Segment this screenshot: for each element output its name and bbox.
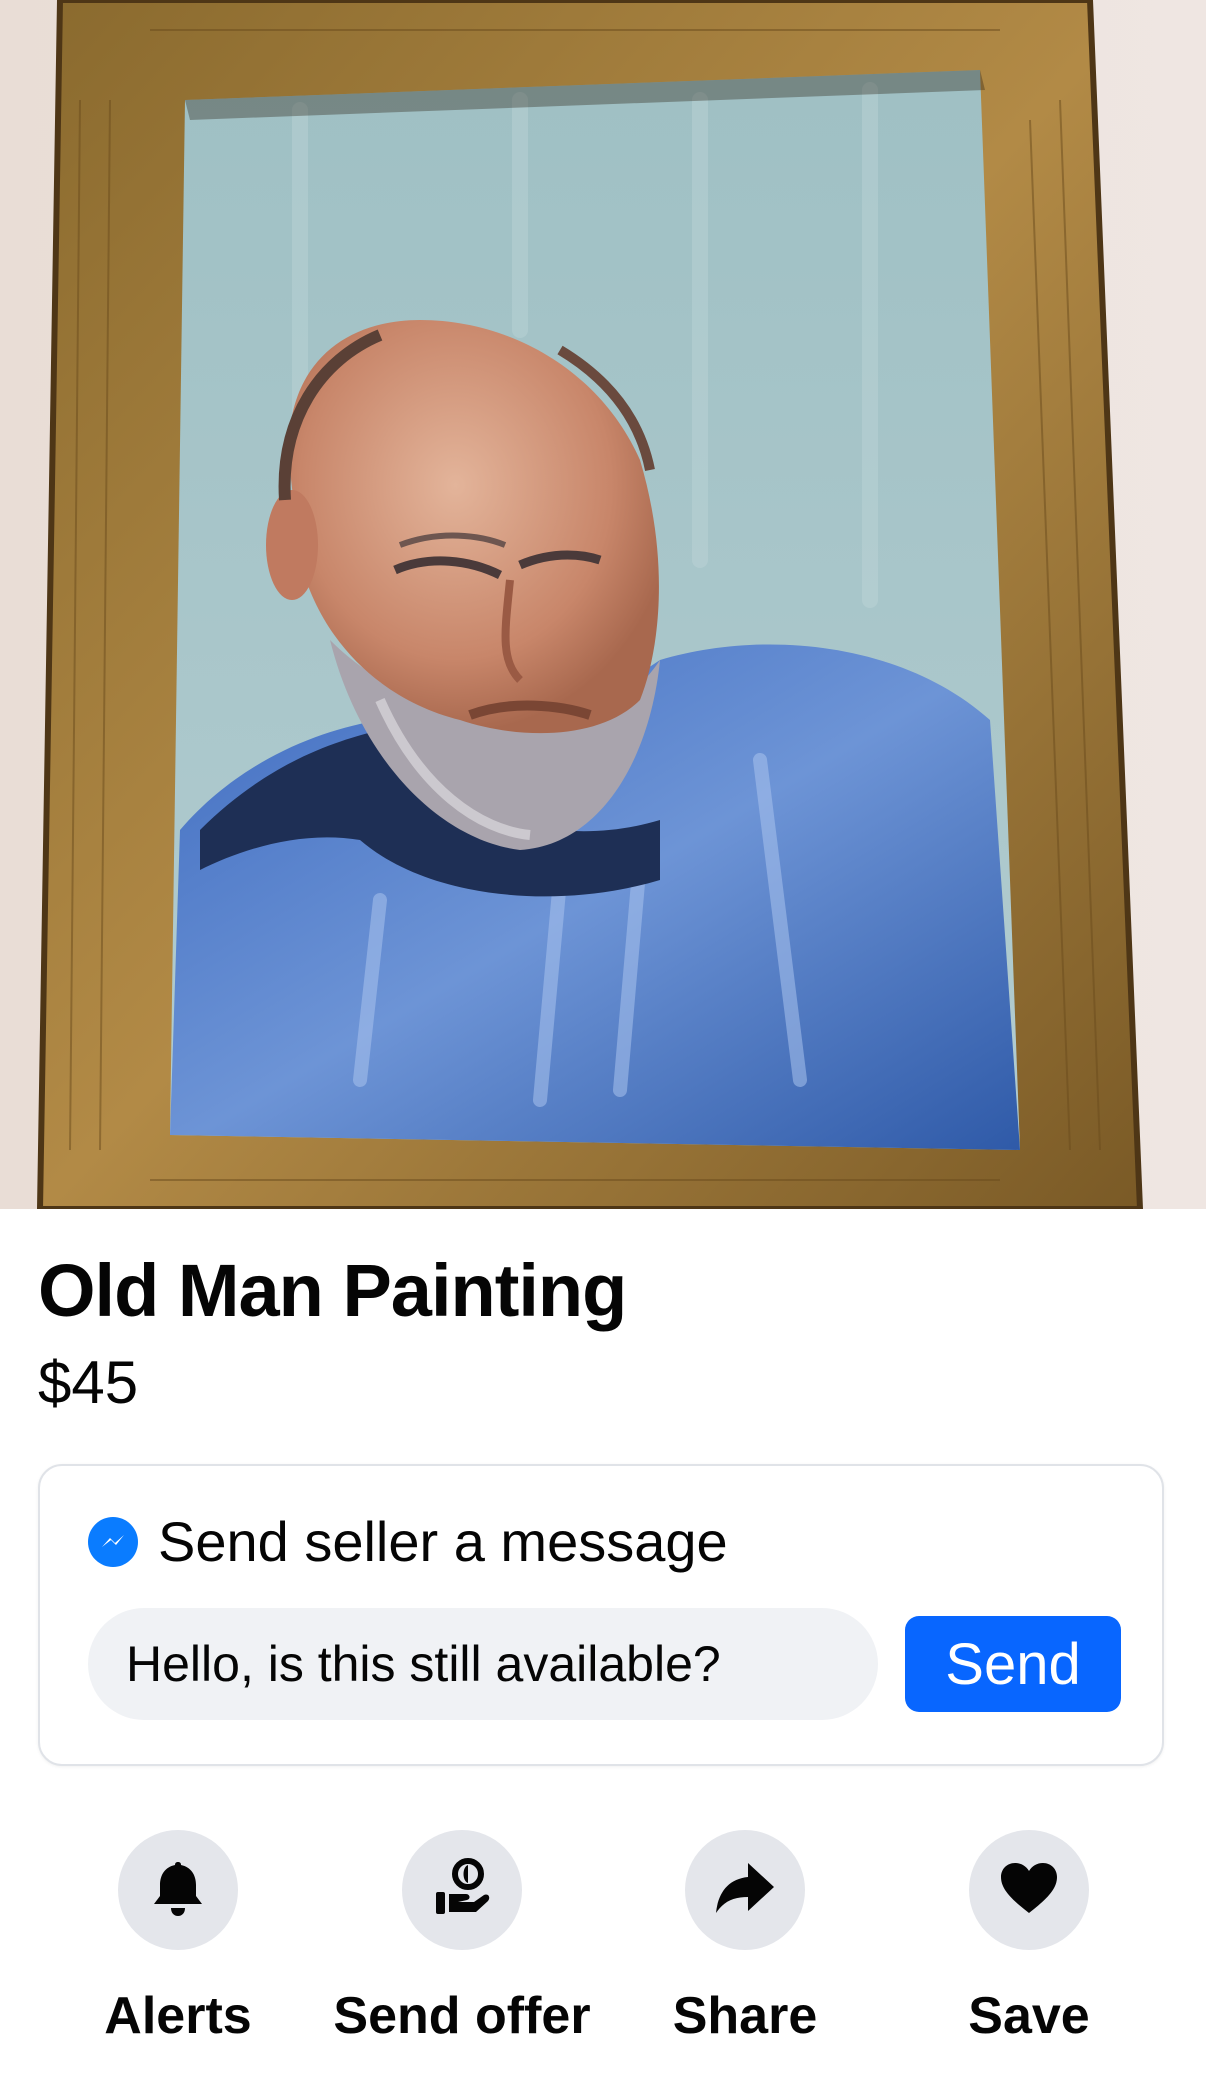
send-offer-icon-circle: [402, 1830, 522, 1950]
listing-actions: Alerts Send offer Share Save: [0, 1830, 1206, 2050]
send-button[interactable]: Send: [905, 1616, 1121, 1712]
heart-icon: [999, 1861, 1059, 1920]
share-icon: [714, 1861, 776, 1920]
listing-title: Old Man Painting: [38, 1249, 627, 1332]
send-offer-label: Send offer: [333, 1987, 591, 2045]
message-card-title: Send seller a message: [158, 1510, 728, 1573]
bell-icon: [150, 1858, 206, 1923]
messenger-icon: [88, 1517, 138, 1567]
message-input[interactable]: [88, 1608, 878, 1720]
alerts-icon-circle: [118, 1830, 238, 1950]
save-icon-circle: [969, 1830, 1089, 1950]
send-offer-button[interactable]: Send offer: [320, 1830, 604, 2042]
alerts-label: Alerts: [104, 1987, 252, 2045]
share-button[interactable]: Share: [603, 1830, 887, 2042]
message-card-header: Send seller a message: [88, 1514, 728, 1570]
alerts-button[interactable]: Alerts: [36, 1830, 320, 2042]
save-button[interactable]: Save: [887, 1830, 1171, 2042]
listing-photo[interactable]: [0, 0, 1206, 1209]
listing-price: $45: [38, 1349, 139, 1416]
send-seller-message-card: Send seller a message Send: [38, 1464, 1164, 1766]
share-icon-circle: [685, 1830, 805, 1950]
share-label: Share: [672, 1987, 818, 2045]
send-offer-icon: [430, 1857, 494, 1923]
save-label: Save: [968, 1987, 1090, 2045]
marketplace-listing-page: Old Man Painting $45 Send seller a messa…: [0, 0, 1206, 2083]
